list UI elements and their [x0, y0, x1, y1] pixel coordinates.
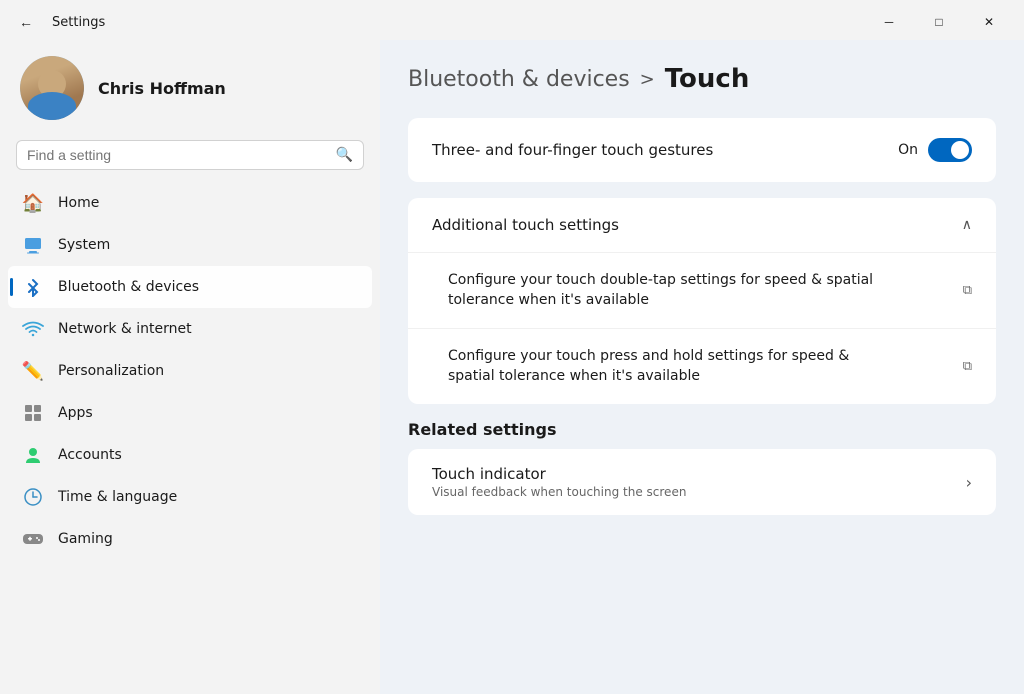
- three-finger-card: Three- and four-finger touch gestures On: [408, 118, 996, 182]
- search-container: 🔍: [0, 140, 380, 182]
- sidebar-item-accounts[interactable]: Accounts: [8, 434, 372, 476]
- app-title: Settings: [52, 15, 105, 30]
- avatar: [20, 56, 84, 120]
- additional-touch-title: Additional touch settings: [432, 216, 619, 234]
- apps-icon: [22, 402, 44, 424]
- chevron-right-icon: ›: [966, 473, 972, 492]
- breadcrumb-current: Touch: [665, 64, 750, 94]
- sidebar: Chris Hoffman 🔍 🏠 Home: [0, 40, 380, 694]
- sidebar-item-label: Home: [58, 195, 99, 211]
- touch-indicator-row[interactable]: Touch indicator Visual feedback when tou…: [408, 449, 996, 515]
- nav-list: 🏠 Home System B: [0, 182, 380, 560]
- user-profile: Chris Hoffman: [0, 40, 380, 140]
- sidebar-item-personalization[interactable]: ✏️ Personalization: [8, 350, 372, 392]
- breadcrumb-separator: >: [640, 69, 655, 90]
- toggle-right: On: [898, 138, 972, 162]
- gaming-icon: [22, 528, 44, 550]
- sidebar-item-label: System: [58, 237, 110, 253]
- related-settings-title: Related settings: [408, 420, 996, 439]
- additional-touch-card: Additional touch settings ∧ Configure yo…: [408, 198, 996, 404]
- three-finger-label: Three- and four-finger touch gestures: [432, 141, 713, 159]
- touch-indicator-subtitle: Visual feedback when touching the screen: [432, 485, 686, 499]
- additional-touch-header[interactable]: Additional touch settings ∧: [408, 198, 996, 253]
- chevron-up-icon: ∧: [962, 217, 972, 233]
- touch-indicator-title: Touch indicator: [432, 465, 686, 483]
- window-controls: ─ □ ✕: [866, 6, 1012, 38]
- sidebar-item-label: Apps: [58, 405, 93, 421]
- title-bar: ← Settings ─ □ ✕: [0, 0, 1024, 40]
- avatar-image: [20, 56, 84, 120]
- back-button[interactable]: ←: [12, 8, 40, 36]
- system-icon: [22, 234, 44, 256]
- network-icon: [22, 318, 44, 340]
- sidebar-item-label: Time & language: [58, 489, 177, 505]
- maximize-button[interactable]: □: [916, 6, 962, 38]
- personalization-icon: ✏️: [22, 360, 44, 382]
- touch-indicator-card: Touch indicator Visual feedback when tou…: [408, 449, 996, 515]
- bluetooth-icon: [22, 276, 44, 298]
- content-area: Bluetooth & devices > Touch Three- and f…: [380, 40, 1024, 694]
- sidebar-item-bluetooth[interactable]: Bluetooth & devices: [8, 266, 372, 308]
- home-icon: 🏠: [22, 192, 44, 214]
- sidebar-item-label: Gaming: [58, 531, 113, 547]
- search-box: 🔍: [16, 140, 364, 170]
- sidebar-item-network[interactable]: Network & internet: [8, 308, 372, 350]
- accounts-icon: [22, 444, 44, 466]
- sidebar-item-gaming[interactable]: Gaming: [8, 518, 372, 560]
- external-link-icon-1: ⧉: [963, 283, 972, 298]
- sidebar-item-apps[interactable]: Apps: [8, 392, 372, 434]
- press-hold-settings-item[interactable]: Configure your touch press and hold sett…: [408, 329, 996, 404]
- sidebar-item-label: Personalization: [58, 363, 164, 379]
- external-link-icon-2: ⧉: [963, 359, 972, 374]
- three-finger-toggle[interactable]: [928, 138, 972, 162]
- sidebar-item-label: Network & internet: [58, 321, 192, 337]
- toggle-status: On: [898, 142, 918, 158]
- search-icon: 🔍: [336, 147, 353, 163]
- search-input[interactable]: [27, 147, 328, 163]
- sidebar-item-label: Bluetooth & devices: [58, 279, 199, 295]
- touch-indicator-info: Touch indicator Visual feedback when tou…: [432, 465, 686, 499]
- double-tap-text: Configure your touch double-tap settings…: [448, 271, 893, 310]
- sidebar-item-label: Accounts: [58, 447, 122, 463]
- minimize-button[interactable]: ─: [866, 6, 912, 38]
- double-tap-settings-item[interactable]: Configure your touch double-tap settings…: [408, 253, 996, 329]
- close-button[interactable]: ✕: [966, 6, 1012, 38]
- app-body: Chris Hoffman 🔍 🏠 Home: [0, 40, 1024, 694]
- sidebar-item-system[interactable]: System: [8, 224, 372, 266]
- user-name: Chris Hoffman: [98, 79, 226, 98]
- three-finger-row: Three- and four-finger touch gestures On: [408, 118, 996, 182]
- sidebar-item-home[interactable]: 🏠 Home: [8, 182, 372, 224]
- time-icon: [22, 486, 44, 508]
- breadcrumb: Bluetooth & devices > Touch: [408, 64, 996, 94]
- breadcrumb-parent: Bluetooth & devices: [408, 67, 630, 92]
- sidebar-item-time[interactable]: Time & language: [8, 476, 372, 518]
- press-hold-text: Configure your touch press and hold sett…: [448, 347, 893, 386]
- related-settings-section: Related settings Touch indicator Visual …: [408, 420, 996, 515]
- title-bar-left: ← Settings: [12, 8, 105, 36]
